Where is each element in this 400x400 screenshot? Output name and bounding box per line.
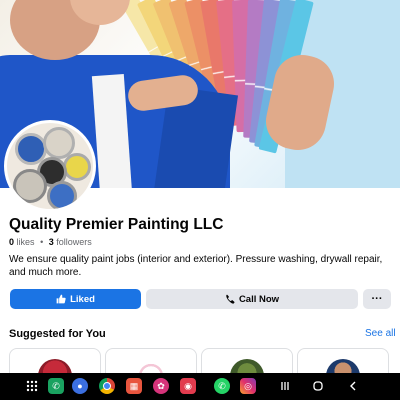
home-glyph [313,381,323,391]
whatsapp-glyph: ✆ [218,380,226,391]
paint-can-yellow [63,153,91,181]
instagram-glyph: ◎ [244,380,252,391]
paint-can-blue-2 [47,181,77,209]
recents-icon[interactable] [277,378,293,394]
more-icon: ··· [371,293,383,305]
followers-count: 3 [48,237,54,247]
call-now-button[interactable]: Call Now [146,289,358,309]
liked-label: Liked [70,293,95,305]
gallery-app-icon[interactable]: ▦ [126,378,142,394]
flower-app-icon[interactable]: ✿ [153,378,169,394]
messages-app-icon[interactable]: ● [72,378,88,394]
whatsapp-app-icon[interactable]: ✆ [214,378,230,394]
page-description: We ensure quality paint jobs (interior a… [9,254,383,278]
chrome-center [103,382,111,390]
phone-app-icon[interactable]: ✆ [48,378,64,394]
app-grid-icon[interactable] [24,378,40,394]
recents-glyph [281,382,289,390]
page-avatar[interactable] [4,120,96,212]
stats-separator: • [40,237,44,247]
phone-icon [226,294,235,304]
suggested-title: Suggested for You [9,328,106,340]
page-stats: 0 likes • 3 followers [9,237,92,247]
thumbs-up-icon [56,294,66,304]
back-glyph [350,381,356,391]
likes-count: 0 [9,237,15,247]
camera-app-icon[interactable]: ◉ [180,378,196,394]
back-icon[interactable] [345,378,361,394]
liked-button[interactable]: Liked [10,289,141,309]
chrome-app-icon[interactable] [99,378,115,394]
see-all-link[interactable]: See all [365,328,396,339]
paint-can-gray [13,169,47,203]
app-grid-glyph [26,380,38,392]
messages-glyph: ● [77,381,83,391]
more-options-button[interactable]: ··· [363,289,391,309]
flower-glyph: ✿ [157,380,165,391]
likes-label: likes [16,237,35,247]
page-title: Quality Premier Painting LLC [9,216,224,233]
call-now-label: Call Now [238,293,280,305]
gallery-glyph: ▦ [129,380,139,391]
camera-glyph: ◉ [184,380,192,391]
phone-glyph: ✆ [52,380,60,391]
instagram-app-icon[interactable]: ◎ [240,378,256,394]
followers-label[interactable]: followers [56,237,92,247]
home-icon[interactable] [310,378,326,394]
